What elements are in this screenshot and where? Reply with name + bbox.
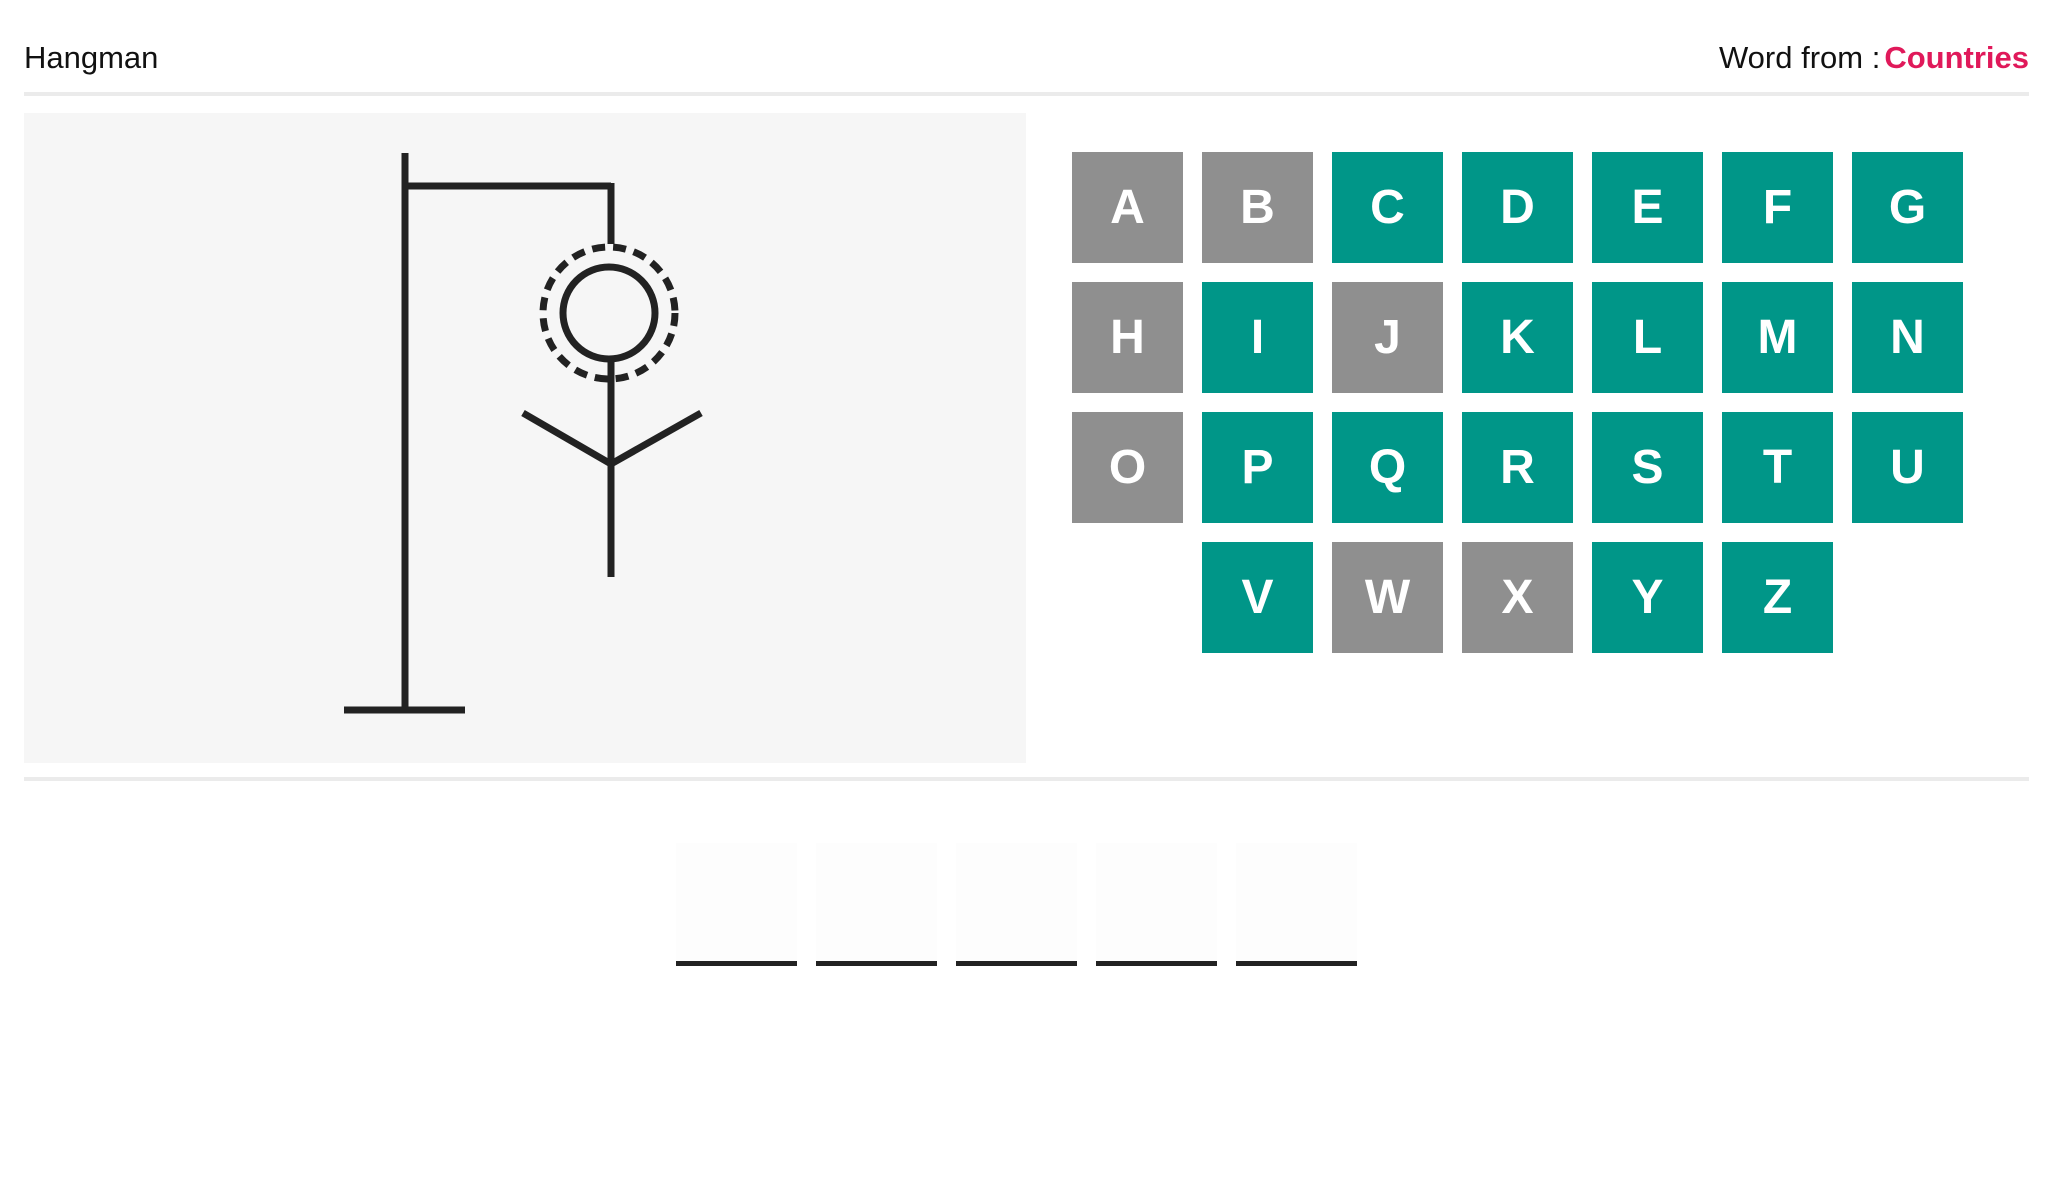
key-a[interactable]: A bbox=[1072, 152, 1183, 263]
key-s[interactable]: S bbox=[1592, 412, 1703, 523]
key-m[interactable]: M bbox=[1722, 282, 1833, 393]
letter-slot bbox=[956, 843, 1077, 966]
letter-slot bbox=[816, 843, 937, 966]
letter-slot bbox=[676, 843, 797, 966]
key-f[interactable]: F bbox=[1722, 152, 1833, 263]
key-w[interactable]: W bbox=[1332, 542, 1443, 653]
key-j[interactable]: J bbox=[1332, 282, 1443, 393]
key-d[interactable]: D bbox=[1462, 152, 1573, 263]
category-info: Word from : Countries bbox=[1719, 40, 2029, 76]
key-z[interactable]: Z bbox=[1722, 542, 1833, 653]
key-t[interactable]: T bbox=[1722, 412, 1833, 523]
key-k[interactable]: K bbox=[1462, 282, 1573, 393]
key-x[interactable]: X bbox=[1462, 542, 1573, 653]
section-divider bbox=[24, 777, 2029, 781]
hangman-right-arm bbox=[609, 409, 703, 468]
key-u[interactable]: U bbox=[1852, 412, 1963, 523]
key-g[interactable]: G bbox=[1852, 152, 1963, 263]
hangman-drawing bbox=[344, 153, 703, 714]
letter-slot bbox=[1096, 843, 1217, 966]
key-q[interactable]: Q bbox=[1332, 412, 1443, 523]
key-e[interactable]: E bbox=[1592, 152, 1703, 263]
key-c[interactable]: C bbox=[1332, 152, 1443, 263]
header-divider bbox=[24, 92, 2029, 96]
letter-slot bbox=[1236, 843, 1357, 966]
header-bar: Hangman Word from : Countries bbox=[24, 36, 2029, 80]
key-l[interactable]: L bbox=[1592, 282, 1703, 393]
key-y[interactable]: Y bbox=[1592, 542, 1703, 653]
word-from-label: Word from : bbox=[1718, 40, 1881, 75]
key-n[interactable]: N bbox=[1852, 282, 1963, 393]
hangman-left-arm bbox=[521, 409, 613, 468]
key-v[interactable]: V bbox=[1202, 542, 1313, 653]
hangman-drawing-panel bbox=[24, 113, 1026, 763]
key-b[interactable]: B bbox=[1202, 152, 1313, 263]
key-r[interactable]: R bbox=[1462, 412, 1573, 523]
category-name: Countries bbox=[1884, 40, 2029, 75]
app-title: Hangman bbox=[24, 40, 159, 75]
key-o[interactable]: O bbox=[1072, 412, 1183, 523]
key-i[interactable]: I bbox=[1202, 282, 1313, 393]
hangman-game: Hangman Word from : Countries ABCDEFG HIJ… bbox=[0, 0, 2048, 1200]
hangman-head bbox=[559, 263, 659, 363]
letter-keyboard: ABCDEFG HIJKLMN OPQRSTU VWXYZ bbox=[1072, 152, 1972, 656]
key-p[interactable]: P bbox=[1202, 412, 1313, 523]
key-h[interactable]: H bbox=[1072, 282, 1183, 393]
